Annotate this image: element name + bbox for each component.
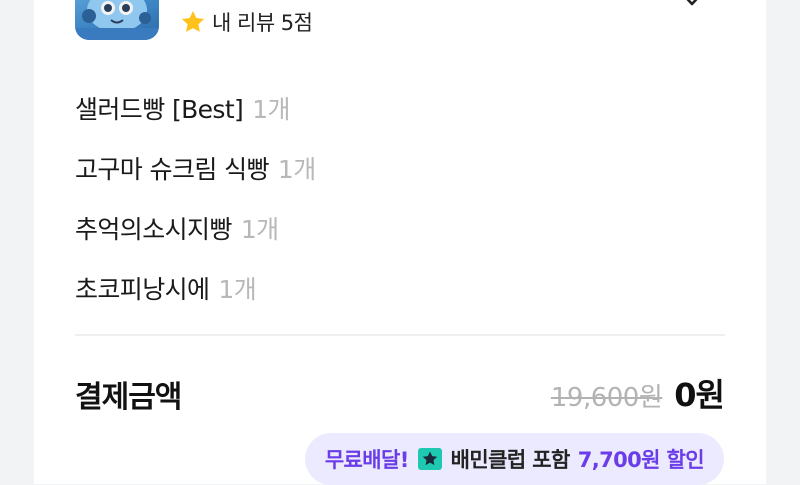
divider — [75, 334, 725, 336]
discount-text: 7,700원 할인 — [577, 448, 705, 472]
item-name: 추억의소시지빵 — [75, 215, 232, 244]
payment-amount: 19,600원 0원 — [550, 370, 725, 416]
promo-badge: 무료배달! 배민클럽 포함 7,700원 할인 — [304, 433, 724, 485]
order-item: 초코피낭시에 1개 — [75, 258, 316, 318]
item-name: 샐러드빵 [Best] — [75, 95, 244, 124]
item-quantity: 1개 — [277, 155, 316, 184]
original-price: 19,600원 — [550, 383, 663, 413]
store-thumbnail[interactable] — [75, 0, 159, 40]
final-price: 0원 — [674, 376, 725, 414]
star-icon — [181, 10, 205, 32]
order-item: 고구마 슈크림 식빵 1개 — [75, 138, 316, 198]
my-review-score: 내 리뷰 5점 — [212, 11, 313, 35]
order-item-list: 샐러드빵 [Best] 1개 고구마 슈크림 식빵 1개 추억의소시지빵 1개 … — [75, 78, 316, 318]
free-delivery-text: 무료배달! — [324, 448, 409, 472]
item-quantity: 1개 — [218, 275, 257, 304]
item-name: 고구마 슈크림 식빵 — [75, 155, 270, 184]
club-text: 배민클럽 포함 — [450, 448, 571, 472]
payment-label: 결제금액 — [75, 380, 182, 415]
order-item: 추억의소시지빵 1개 — [75, 198, 316, 258]
item-quantity: 1개 — [240, 215, 279, 244]
item-quantity: 1개 — [252, 95, 290, 124]
order-card: 내 리뷰 5점 샐러드빵 [Best] 1개 고구마 슈크림 식빵 1개 추억의… — [34, 0, 766, 485]
order-item: 샐러드빵 [Best] 1개 — [75, 78, 316, 138]
item-name: 초코피낭시에 — [75, 275, 210, 304]
store-thumbnail-image — [75, 0, 159, 40]
heart-icon[interactable] — [677, 0, 707, 16]
my-review: 내 리뷰 5점 — [180, 7, 313, 37]
baemin-club-icon — [417, 448, 442, 470]
